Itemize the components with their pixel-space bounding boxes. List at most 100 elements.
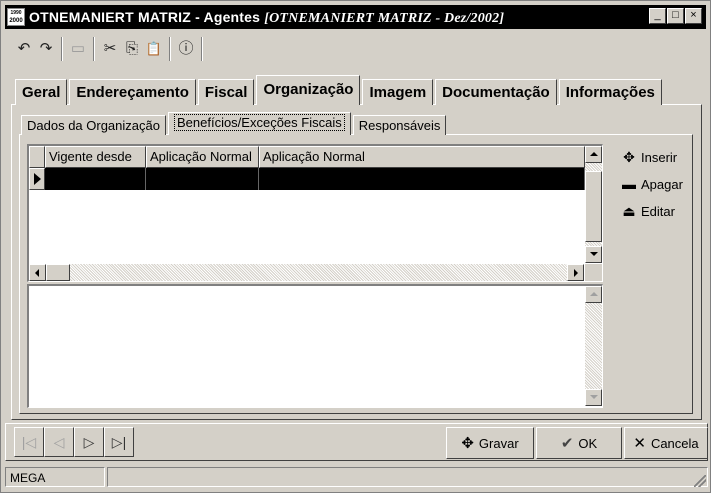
scroll-down-button[interactable] <box>585 389 602 406</box>
tab-label: Imagem <box>369 84 427 101</box>
next-record-button[interactable]: ▷ <box>74 427 104 457</box>
tab-label: Documentação <box>442 84 550 101</box>
window-title-main: OTNEMANIERT MATRIZ - Agentes <box>29 9 265 25</box>
subtab-responsaveis[interactable]: Responsáveis <box>352 115 447 135</box>
insert-label: Inserir <box>641 149 678 165</box>
memo-vertical-scrollbar[interactable] <box>585 286 602 406</box>
title-bar[interactable]: 1990 2000 OTNEMANIERT MATRIZ - Agentes [… <box>5 5 706 29</box>
main-tab-strip: Geral Endereçamento Fiscal Organização I… <box>15 75 664 105</box>
toolbar-group: ↶ ↷ ▭ ✂ ⎘ 📋 ⓘ <box>13 35 207 63</box>
scroll-right-button[interactable] <box>567 264 584 281</box>
side-actions: ✥ Inserir ▬ Apagar ⏏ Editar <box>619 146 683 227</box>
plus-icon: ✥ <box>623 148 635 165</box>
grid-corner <box>29 146 45 168</box>
tab-fiscal[interactable]: Fiscal <box>197 79 255 105</box>
tab-label: Fiscal <box>204 84 248 101</box>
resize-grip-icon[interactable] <box>694 475 706 487</box>
app-window: 1990 2000 OTNEMANIERT MATRIZ - Agentes [… <box>0 0 711 493</box>
remove-icon[interactable]: ▭ <box>67 38 89 60</box>
ok-label: OK <box>578 435 598 451</box>
last-record-button[interactable]: ▷| <box>104 427 134 457</box>
scroll-up-button[interactable] <box>585 286 602 303</box>
row-indicator <box>29 168 45 190</box>
column-header[interactable]: Aplicação Normal <box>259 146 585 168</box>
tab-geral[interactable]: Geral <box>15 79 68 105</box>
tab-label: Informações <box>565 84 655 101</box>
tab-label: Organização <box>263 81 354 98</box>
toolbar-separator <box>61 37 63 61</box>
redo-icon[interactable]: ↷ <box>35 38 57 60</box>
cut-icon[interactable]: ✂ <box>99 38 121 60</box>
arrow-down-icon <box>590 252 598 256</box>
logo-text-top: 1990 <box>10 10 22 16</box>
tab-imagem[interactable]: Imagem <box>362 79 434 105</box>
save-button[interactable]: ✥ Gravar <box>446 427 534 459</box>
column-header[interactable]: Vigente desde <box>45 146 146 168</box>
save-label: Gravar <box>478 435 519 451</box>
eject-icon: ⏏ <box>622 202 636 219</box>
arrow-down-icon <box>590 395 598 399</box>
window-controls: _ □ × <box>649 8 702 24</box>
edit-button[interactable]: ⏏ Editar <box>619 200 683 222</box>
subtab-beneficios[interactable]: Benefícios/Exceções Fiscais <box>167 112 351 135</box>
minus-icon: ▬ <box>622 176 636 192</box>
arrow-up-icon <box>590 152 598 156</box>
tab-organizacao[interactable]: Organização <box>256 75 361 105</box>
benefits-grid[interactable]: Vigente desde Aplicação Normal Aplicação… <box>27 144 603 282</box>
scroll-up-button[interactable] <box>585 146 602 163</box>
plus-icon: ✥ <box>461 435 474 452</box>
table-cell[interactable] <box>45 168 146 190</box>
delete-label: Apagar <box>641 176 683 192</box>
edit-label: Editar <box>641 203 675 219</box>
scroll-left-button[interactable] <box>29 264 46 281</box>
insert-button[interactable]: ✥ Inserir <box>619 146 683 168</box>
subtab-dados-organizacao[interactable]: Dados da Organização <box>21 115 166 135</box>
logo-text-bottom: 2000 <box>9 18 23 24</box>
sub-tab-strip: Dados da Organização Benefícios/Exceções… <box>21 112 448 135</box>
prev-record-button[interactable]: ◁ <box>44 427 74 457</box>
status-bar: MEGA <box>5 465 708 489</box>
status-pane-message <box>107 467 708 487</box>
window-title-sub: [OTNEMANIERT MATRIZ - Dez/2002] <box>264 11 505 26</box>
undo-icon[interactable]: ↶ <box>13 38 35 60</box>
record-navigator: |◁ ◁ ▷ ▷| <box>14 427 170 459</box>
first-record-button[interactable]: |◁ <box>14 427 44 457</box>
cancel-label: Cancela <box>650 435 699 451</box>
checkmark-icon: ✔ <box>560 435 574 452</box>
minimize-button[interactable]: _ <box>649 8 666 24</box>
table-cell[interactable] <box>259 168 585 190</box>
cancel-button[interactable]: ✕ Cancela <box>624 427 708 459</box>
copy-icon[interactable]: ⎘ <box>121 38 143 60</box>
tab-informacoes[interactable]: Informações <box>558 79 662 105</box>
scroll-corner <box>585 264 602 281</box>
grid-horizontal-scrollbar[interactable] <box>29 264 584 281</box>
scroll-down-button[interactable] <box>585 246 602 263</box>
toolbar: ↶ ↷ ▭ ✂ ⎘ 📋 ⓘ <box>5 31 706 67</box>
paste-icon[interactable]: 📋 <box>143 38 165 60</box>
scroll-thumb[interactable] <box>46 264 70 281</box>
tab-label: Geral <box>22 84 61 101</box>
window-title: OTNEMANIERT MATRIZ - Agentes [OTNEMANIER… <box>29 9 504 27</box>
toolbar-separator <box>169 37 171 61</box>
close-button[interactable]: × <box>685 8 702 24</box>
arrow-left-icon <box>35 269 39 277</box>
info-icon[interactable]: ⓘ <box>175 38 197 60</box>
column-header[interactable]: Aplicação Normal <box>146 146 259 168</box>
scroll-thumb[interactable] <box>585 171 602 242</box>
maximize-button[interactable]: □ <box>667 8 684 24</box>
toolbar-separator <box>201 37 203 61</box>
current-row-icon <box>34 173 41 185</box>
tab-enderecamento[interactable]: Endereçamento <box>69 79 196 105</box>
close-icon: ✕ <box>633 435 646 452</box>
arrow-right-icon <box>574 269 578 277</box>
status-pane-user: MEGA <box>5 467 105 487</box>
tab-label: Endereçamento <box>76 84 189 101</box>
memo-field[interactable] <box>27 284 603 408</box>
delete-button[interactable]: ▬ Apagar <box>619 173 683 195</box>
ok-button[interactable]: ✔ OK <box>536 427 622 459</box>
grid-vertical-scrollbar[interactable] <box>585 146 602 263</box>
table-row[interactable] <box>29 168 585 190</box>
table-cell[interactable] <box>146 168 259 190</box>
tab-documentacao[interactable]: Documentação <box>435 79 557 105</box>
navigation-bar: |◁ ◁ ▷ ▷| ✥ Gravar ✔ OK ✕ Cancela <box>5 423 708 461</box>
